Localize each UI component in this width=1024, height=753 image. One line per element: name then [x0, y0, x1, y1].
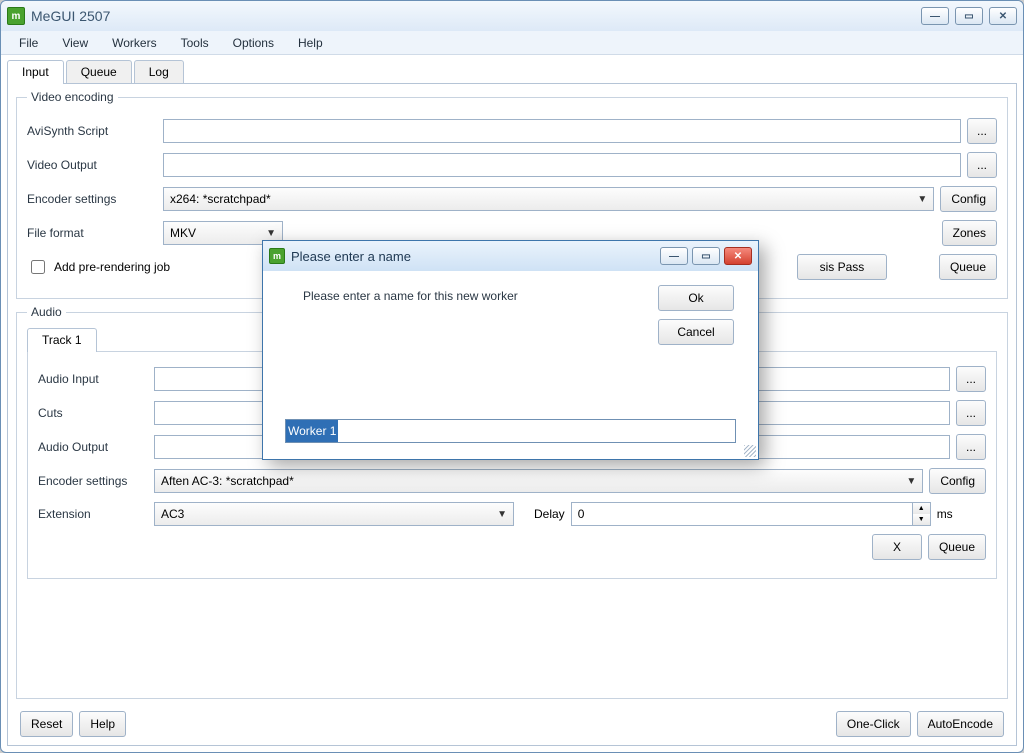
menu-view[interactable]: View [52, 33, 98, 53]
worker-name-input-wrap[interactable]: Worker 1 [285, 419, 736, 443]
menu-file[interactable]: File [9, 33, 48, 53]
close-button[interactable]: ✕ [989, 7, 1017, 25]
menubar: File View Workers Tools Options Help [1, 31, 1023, 55]
main-tabs: Input Queue Log [7, 59, 1017, 83]
worker-name-input[interactable]: Worker 1 [286, 420, 338, 442]
video-output-label: Video Output [27, 158, 157, 172]
audio-input-label: Audio Input [38, 372, 148, 386]
extension-label: Extension [38, 507, 148, 521]
audio-legend: Audio [27, 305, 66, 319]
titlebar: m MeGUI 2507 — ▭ ✕ [1, 1, 1023, 31]
spinner-up-icon[interactable]: ▲ [913, 503, 930, 514]
cancel-button[interactable]: Cancel [658, 319, 734, 345]
audio-encoder-combo[interactable]: Aften AC-3: *scratchpad* ▼ [154, 469, 923, 493]
chevron-down-icon: ▼ [497, 509, 507, 520]
extension-combo[interactable]: AC3 ▼ [154, 502, 514, 526]
dialog-window-controls: — ▭ ✕ [660, 247, 752, 265]
video-encoder-combo[interactable]: x264: *scratchpad* ▼ [163, 187, 934, 211]
audio-encoder-label: Encoder settings [38, 474, 148, 488]
dialog-title: Please enter a name [291, 249, 411, 264]
dialog-minimize-button[interactable]: — [660, 247, 688, 265]
analysis-pass-button[interactable]: sis Pass [797, 254, 887, 280]
video-legend: Video encoding [27, 90, 118, 104]
video-encoder-value: x264: *scratchpad* [170, 192, 271, 206]
resize-grip-icon[interactable] [744, 445, 756, 457]
dialog-body: Please enter a name for this new worker … [263, 271, 758, 459]
video-queue-button[interactable]: Queue [939, 254, 997, 280]
tab-track-1[interactable]: Track 1 [27, 328, 97, 352]
minimize-button[interactable]: — [921, 7, 949, 25]
menu-help[interactable]: Help [288, 33, 333, 53]
video-encoder-label: Encoder settings [27, 192, 157, 206]
app-icon: m [7, 7, 25, 25]
video-output-browse-button[interactable]: ... [967, 152, 997, 178]
delay-spinner[interactable]: ▲ ▼ [571, 502, 931, 526]
audio-encoder-value: Aften AC-3: *scratchpad* [161, 474, 294, 488]
cuts-label: Cuts [38, 406, 148, 420]
avisynth-label: AviSynth Script [27, 124, 157, 138]
maximize-button[interactable]: ▭ [955, 7, 983, 25]
video-output-input[interactable] [163, 153, 961, 177]
prerender-check-input[interactable] [31, 260, 45, 274]
spinner-down-icon[interactable]: ▼ [913, 514, 930, 525]
zones-button[interactable]: Zones [942, 220, 997, 246]
delay-input[interactable] [572, 503, 912, 525]
bottom-bar: Reset Help One-Click AutoEncode [16, 705, 1008, 739]
oneclick-button[interactable]: One-Click [836, 711, 911, 737]
cuts-browse-button[interactable]: ... [956, 400, 986, 426]
audio-output-label: Audio Output [38, 440, 148, 454]
file-format-label: File format [27, 226, 157, 240]
audio-queue-button[interactable]: Queue [928, 534, 986, 560]
menu-options[interactable]: Options [223, 33, 284, 53]
dialog-maximize-button[interactable]: ▭ [692, 247, 720, 265]
tab-log[interactable]: Log [134, 60, 184, 84]
file-format-value: MKV [170, 226, 196, 240]
audio-input-browse-button[interactable]: ... [956, 366, 986, 392]
audio-x-button[interactable]: X [872, 534, 922, 560]
audio-config-button[interactable]: Config [929, 468, 986, 494]
extension-value: AC3 [161, 507, 184, 521]
dialog-titlebar: m Please enter a name — ▭ ✕ [263, 241, 758, 271]
prerender-checkbox[interactable]: Add pre-rendering job [27, 257, 170, 277]
avisynth-browse-button[interactable]: ... [967, 118, 997, 144]
video-config-button[interactable]: Config [940, 186, 997, 212]
window-title: MeGUI 2507 [31, 8, 110, 24]
autoencode-button[interactable]: AutoEncode [917, 711, 1004, 737]
menu-tools[interactable]: Tools [171, 33, 219, 53]
reset-button[interactable]: Reset [20, 711, 73, 737]
avisynth-input[interactable] [163, 119, 961, 143]
dialog-buttons: Ok Cancel [658, 285, 734, 345]
app-icon: m [269, 248, 285, 264]
dialog-close-button[interactable]: ✕ [724, 247, 752, 265]
chevron-down-icon: ▼ [266, 228, 276, 239]
audio-output-browse-button[interactable]: ... [956, 434, 986, 460]
delay-label: Delay [534, 507, 565, 521]
ms-label: ms [937, 507, 953, 521]
name-dialog: m Please enter a name — ▭ ✕ Please enter… [262, 240, 759, 460]
menu-workers[interactable]: Workers [102, 33, 166, 53]
tab-queue[interactable]: Queue [66, 60, 132, 84]
window-controls: — ▭ ✕ [921, 7, 1017, 25]
ok-button[interactable]: Ok [658, 285, 734, 311]
chevron-down-icon: ▼ [906, 476, 916, 487]
chevron-down-icon: ▼ [917, 194, 927, 205]
help-button[interactable]: Help [79, 711, 126, 737]
tab-input[interactable]: Input [7, 60, 64, 84]
prerender-label: Add pre-rendering job [54, 260, 170, 274]
